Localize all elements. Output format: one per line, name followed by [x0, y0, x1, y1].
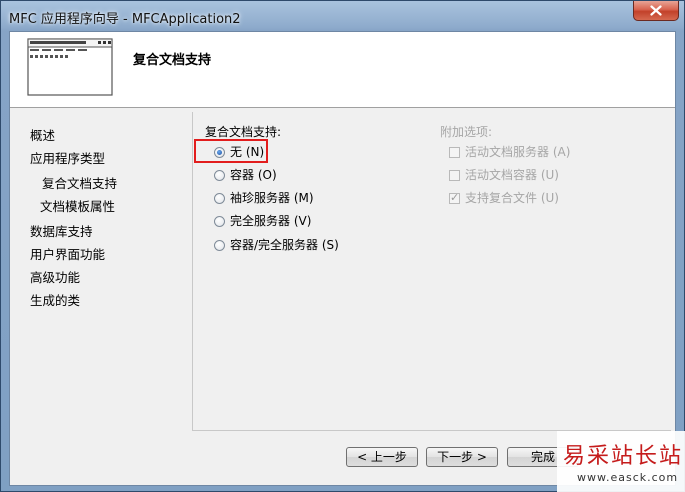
compound-heading: 复合文档支持:: [205, 125, 282, 139]
title-bar[interactable]: MFC 应用程序向导 - MFCApplication2: [1, 1, 684, 31]
watermark: 易采站长站 www.easck.com: [557, 431, 685, 492]
checkbox-active-doc-container-label[interactable]: 活动文档容器 (U): [465, 166, 559, 183]
checkbox-compound-files[interactable]: ✓: [449, 191, 460, 204]
close-button[interactable]: [633, 1, 679, 21]
nav-item-overview[interactable]: 概述: [30, 125, 55, 144]
watermark-brand: 易采站长站: [563, 444, 684, 469]
nav-item-database[interactable]: 数据库支持: [30, 221, 93, 240]
next-button[interactable]: 下一步 >: [426, 447, 498, 467]
checkbox-active-doc-server[interactable]: [449, 147, 460, 158]
wizard-client-area: 复合文档支持 概述 应用程序类型 复合文档支持 文档模板属性 数据库支持 用户界…: [9, 31, 676, 486]
window-title: MFC 应用程序向导 - MFCApplication2: [9, 12, 241, 27]
wizard-header: 复合文档支持: [10, 32, 675, 108]
nav-item-generated-classes[interactable]: 生成的类: [30, 290, 80, 309]
additional-heading: 附加选项:: [440, 125, 493, 139]
checkmark-icon: ✓: [450, 191, 460, 204]
back-button[interactable]: < 上一步: [346, 447, 418, 467]
checkbox-compound-files-label[interactable]: 支持复合文件 (U): [465, 189, 559, 206]
radio-full-server[interactable]: [214, 216, 225, 227]
checkbox-active-doc-server-label[interactable]: 活动文档服务器 (A): [465, 143, 570, 160]
radio-mini-server-label[interactable]: 袖珍服务器 (M): [230, 189, 314, 206]
wizard-banner-icon: [27, 38, 113, 96]
page-title: 复合文档支持: [133, 53, 212, 68]
watermark-url: www.easck.com: [577, 471, 679, 484]
radio-mini-server[interactable]: [214, 193, 225, 204]
nav-item-advanced[interactable]: 高级功能: [30, 267, 80, 286]
checkbox-active-doc-container[interactable]: [449, 170, 460, 181]
radio-container[interactable]: [214, 170, 225, 181]
nav-item-doc-template[interactable]: 文档模板属性: [40, 196, 115, 215]
radio-container-label[interactable]: 容器 (O): [230, 166, 277, 183]
highlight-annotation: [194, 139, 268, 163]
close-icon: [650, 5, 662, 16]
radio-full-server-label[interactable]: 完全服务器 (V): [230, 212, 311, 229]
nav-item-app-type[interactable]: 应用程序类型: [30, 148, 105, 167]
radio-container-full-server-label[interactable]: 容器/完全服务器 (S): [230, 236, 339, 253]
nav-item-compound-doc[interactable]: 复合文档支持: [42, 173, 117, 192]
nav-item-ui-features[interactable]: 用户界面功能: [30, 244, 105, 263]
wizard-window: MFC 应用程序向导 - MFCApplication2 复合文档支持 概述 应…: [0, 0, 685, 492]
radio-container-full-server[interactable]: [214, 240, 225, 251]
